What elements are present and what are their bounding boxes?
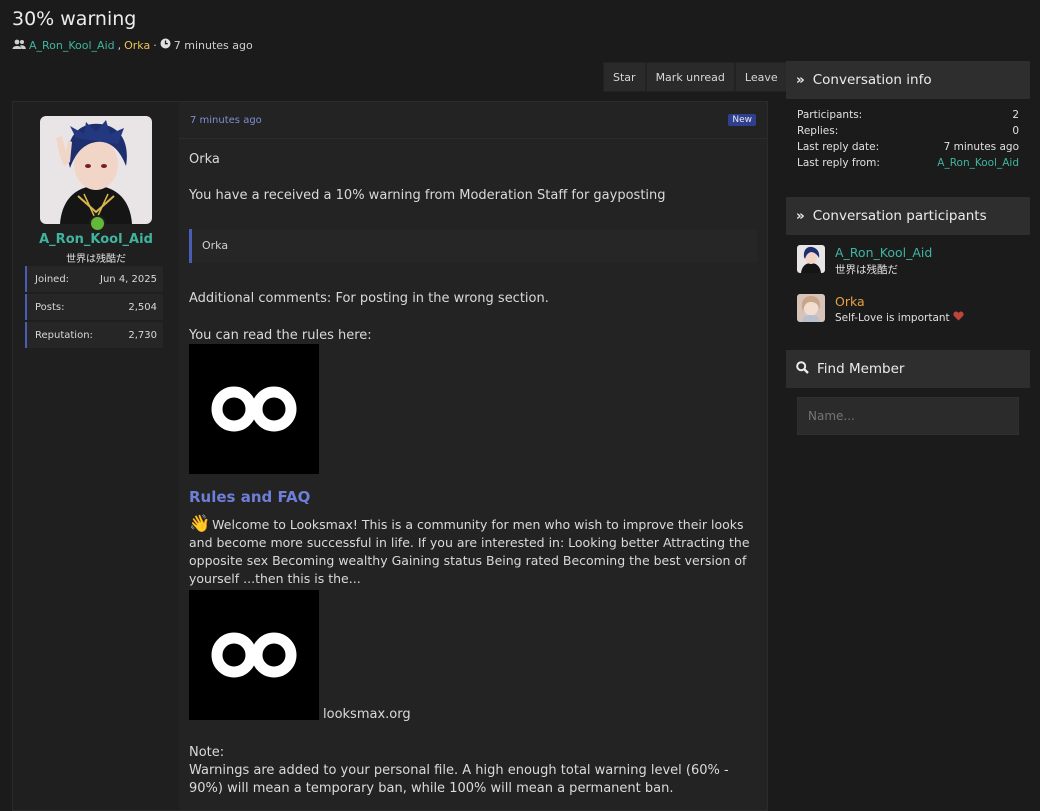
last-reply-user-link[interactable]: A_Ron_Kool_Aid	[937, 157, 1019, 169]
info-label: Replies:	[797, 125, 839, 137]
quote-block: Orka	[189, 229, 757, 263]
conversation-info-header: » Conversation info	[786, 61, 1030, 99]
meta-dot: ·	[153, 38, 157, 52]
find-member-header: Find Member	[786, 350, 1030, 388]
info-last-reply-from: Last reply from: A_Ron_Kool_Aid	[786, 155, 1030, 171]
participants-header: » Conversation participants	[786, 197, 1030, 235]
message-header: 7 minutes ago New	[179, 102, 767, 139]
infinity-logo-icon	[211, 386, 297, 432]
looksmax-logo-2[interactable]	[189, 590, 319, 720]
participant-name[interactable]: Orka	[835, 294, 964, 309]
stat-posts: Posts: 2,504	[25, 294, 163, 320]
star-button[interactable]: Star	[603, 62, 646, 92]
find-member-block: Find Member	[786, 350, 1030, 440]
rules-preview-text: 👋 Welcome to Looksmax! This is a communit…	[189, 515, 757, 588]
participant-subtitle: Self-Love is important	[835, 312, 950, 324]
participant-subtitle-row: Self-Love is important	[835, 311, 964, 324]
clock-icon	[160, 38, 171, 52]
conversation-info-title: Conversation info	[812, 72, 932, 88]
conversation-meta: A_Ron_Kool_Aid, Orka · 7 minutes ago	[12, 38, 253, 52]
double-chevron-right-icon: »	[796, 208, 805, 224]
stat-joined: Joined: Jun 4, 2025	[25, 266, 163, 292]
participant-avatar[interactable]	[797, 245, 825, 273]
note-label: Note:	[189, 745, 225, 760]
stat-reputation: Reputation: 2,730	[25, 322, 163, 348]
stat-label: Reputation:	[35, 329, 93, 341]
preview-text: Welcome to Looksmax! This is a community…	[189, 517, 750, 586]
author-name[interactable]: A_Ron_Kool_Aid	[13, 232, 179, 247]
page-title: 30% warning	[12, 8, 137, 30]
note-text: Warnings are added to your personal file…	[189, 763, 729, 796]
info-value: 7 minutes ago	[943, 141, 1019, 153]
participant-link-orka[interactable]: Orka	[124, 39, 150, 52]
message-greeting: Orka	[189, 152, 220, 167]
conversation-actions: Star Mark unread Leave	[603, 62, 788, 92]
participant-item[interactable]: A_Ron_Kool_Aid 世界は残酷だ	[786, 237, 1030, 281]
rules-intro: You can read the rules here:	[189, 328, 372, 343]
conversation-info-block: » Conversation info Participants: 2 Repl…	[786, 61, 1030, 181]
stat-value: 2,730	[128, 329, 157, 341]
looksmax-logo[interactable]	[189, 344, 319, 474]
stat-label: Posts:	[35, 301, 65, 313]
participant-link-a-ron[interactable]: A_Ron_Kool_Aid	[29, 39, 115, 52]
message-date-link[interactable]: 7 minutes ago	[190, 115, 262, 126]
find-member-input[interactable]	[797, 397, 1019, 435]
info-label: Participants:	[797, 109, 863, 121]
message-line: You have a received a 10% warning from M…	[189, 188, 666, 203]
search-icon	[796, 360, 809, 378]
participant-item[interactable]: Orka Self-Love is important	[786, 286, 1030, 330]
participant-avatar[interactable]	[797, 294, 825, 322]
stat-value: 2,504	[128, 301, 157, 313]
double-chevron-right-icon: »	[796, 72, 805, 88]
author-stats: Joined: Jun 4, 2025 Posts: 2,504 Reputat…	[25, 266, 163, 350]
info-last-reply-date: Last reply date: 7 minutes ago	[786, 139, 1030, 155]
site-link[interactable]: looksmax.org	[323, 707, 411, 722]
participants-title: Conversation participants	[812, 208, 987, 224]
heart-icon	[953, 311, 964, 324]
mark-unread-button[interactable]: Mark unread	[645, 62, 735, 92]
avatar[interactable]	[40, 116, 152, 224]
waving-hand-icon: 👋	[189, 514, 211, 534]
new-badge: New	[728, 114, 756, 126]
users-icon	[12, 39, 26, 52]
find-member-title: Find Member	[817, 361, 905, 377]
participant-name[interactable]: A_Ron_Kool_Aid	[835, 245, 932, 260]
info-value: 2	[1012, 109, 1019, 121]
online-status-dot	[89, 215, 106, 232]
author-title: 世界は残酷だ	[66, 254, 126, 265]
message-container: A_Ron_Kool_Aid 世界は残酷だ Joined: Jun 4, 202…	[12, 101, 768, 811]
leave-button[interactable]: Leave	[734, 62, 788, 92]
infinity-logo-icon	[211, 632, 297, 678]
additional-comments: Additional comments: For posting in the …	[189, 291, 549, 306]
info-value: 0	[1012, 125, 1019, 137]
stat-label: Joined:	[35, 273, 70, 285]
info-label: Last reply date:	[797, 141, 880, 153]
conversation-participants-block: » Conversation participants A_Ron_Kool_A…	[786, 197, 1030, 330]
author-panel: A_Ron_Kool_Aid 世界は残酷だ Joined: Jun 4, 202…	[13, 102, 179, 810]
meta-time: 7 minutes ago	[173, 38, 253, 52]
info-label: Last reply from:	[797, 157, 880, 169]
info-replies: Replies: 0	[786, 123, 1030, 139]
info-participants: Participants: 2	[786, 107, 1030, 123]
stat-value: Jun 4, 2025	[100, 273, 157, 285]
meta-separator: ,	[117, 38, 122, 52]
rules-faq-link[interactable]: Rules and FAQ	[189, 488, 310, 506]
participant-subtitle: 世界は残酷だ	[835, 264, 898, 276]
